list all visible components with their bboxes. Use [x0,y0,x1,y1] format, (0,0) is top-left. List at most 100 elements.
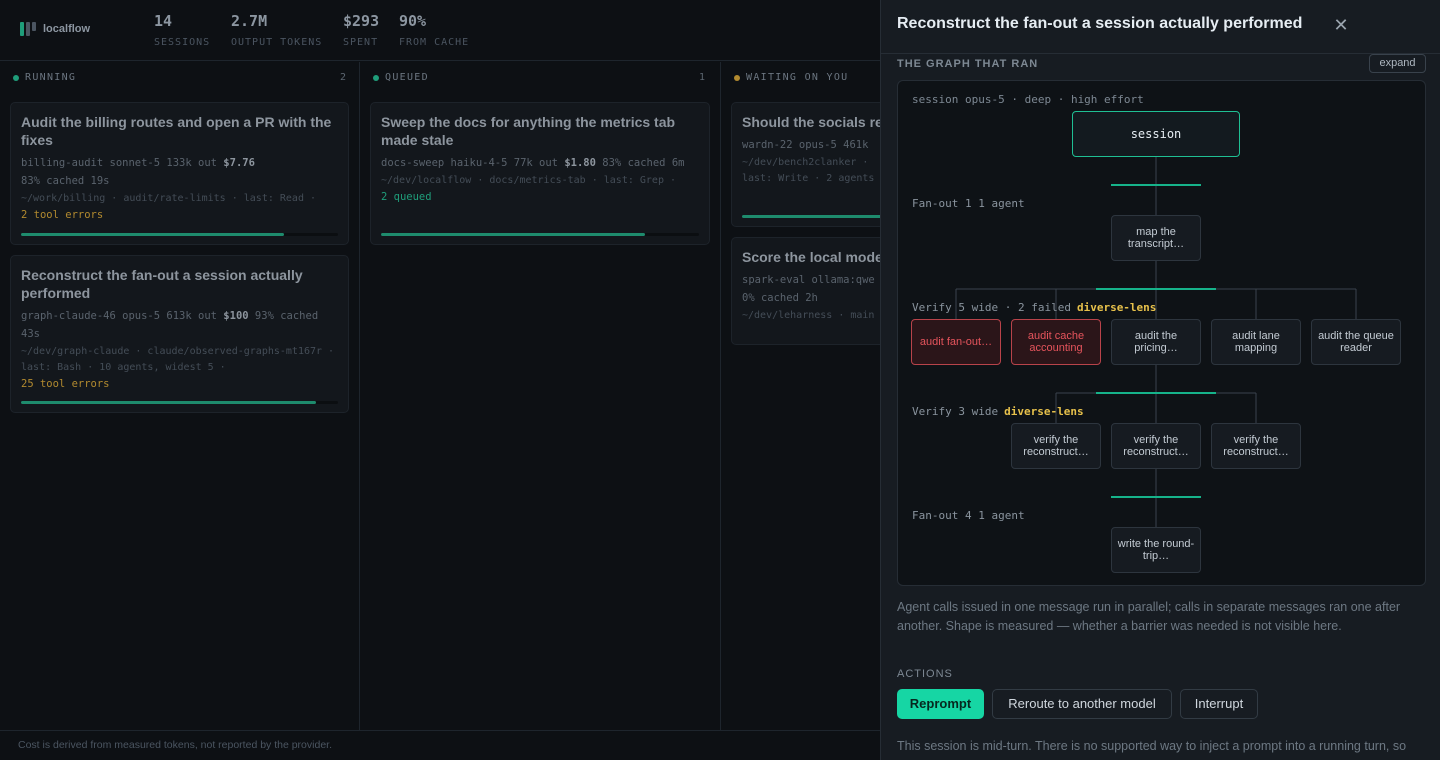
session-card[interactable]: Audit the billing routes and open a PR w… [10,102,349,245]
session-card[interactable]: Should the socials rep docs, or private … [731,102,891,227]
card-meta-model: graph-claude-46 opus-5 613k out [21,310,217,322]
progress-fill [742,215,891,218]
column-waiting: WAITING ON YOU Should the socials rep do… [721,62,891,730]
card-progress [21,401,338,404]
brand[interactable]: localflow [20,22,90,36]
card-cost: $1.80 [564,157,596,169]
card-progress [21,233,338,236]
column-count: 1 [699,72,706,83]
stage-title: Fan-out 4 1 agent [912,509,1025,522]
stat-label: SPENT [343,37,379,48]
card-title: Score the local model [742,249,887,265]
stage-title: Verify 5 wide · 2 failed [912,301,1071,314]
card-title: Should the socials rep docs, or private … [742,114,891,130]
card-title: Sweep the docs for anything the metrics … [381,114,676,148]
close-icon[interactable]: ✕ [1333,16,1349,34]
stat-value: 2.7M [231,12,268,30]
graph-node[interactable]: audit the queue reader [1311,319,1401,365]
stage-label: Fan-out 4 1 agent [912,509,1025,522]
card-path: ~/dev/localflow · docs/metrics-tab · las… [381,175,677,186]
card-alert: 25 tool errors [21,378,110,390]
lens-badge: diverse-lens [1076,301,1157,314]
graph-node[interactable]: verify the reconstruct… [1211,423,1301,469]
stat-spent: $293 SPENT [343,12,379,48]
stat-from-cache: 90% FROM CACHE [399,12,469,48]
actions-label: ACTIONS [897,668,953,680]
expand-button[interactable]: expand [1369,54,1426,73]
stage-label: Fan-out 1 1 agent [912,197,1025,210]
progress-fill [21,401,316,404]
card-meta-model: docs-sweep haiku-4-5 77k out [381,157,559,169]
brand-name: localflow [43,23,91,35]
card-meta: billing-audit sonnet-5 133k out $7.76 83%… [21,154,338,190]
status-dot-icon [373,74,379,81]
card-meta-model: billing-audit sonnet-5 133k out [21,157,217,169]
stat-label: FROM CACHE [399,37,470,48]
session-card[interactable]: Reconstruct the fan-out a session actual… [10,255,349,413]
graph-node[interactable]: write the round-trip… [1111,527,1201,573]
status-dot-icon [734,74,740,81]
column-running: RUNNING 2 Audit the billing routes and o… [0,62,360,730]
stat-value: 14 [154,12,173,30]
drawer-title: Reconstruct the fan-out a session actual… [897,15,1303,32]
card-meta-cache: 83% cached 6m [602,157,685,169]
graph-node[interactable]: verify the reconstruct… [1011,423,1101,469]
session-card[interactable]: Score the local model spark-eval ollama:… [731,237,891,345]
card-path: ~/dev/bench2clanker · last: Write · 2 ag… [742,157,875,184]
logo-icon [20,22,36,36]
reroute-button[interactable]: Reroute to another model [992,689,1172,719]
card-alert: 2 tool errors [21,209,104,221]
divider [881,53,1440,54]
mid-turn-note: This session is mid-turn. There is no su… [897,739,1407,753]
interrupt-button[interactable]: Interrupt [1180,689,1258,719]
stage-title: Verify 3 wide [912,405,999,418]
card-path: ~/dev/leharness · main [742,310,875,321]
session-card[interactable]: Sweep the docs for anything the metrics … [370,102,710,245]
stat-label: OUTPUT TOKENS [231,37,323,48]
status-dot-icon [13,74,19,81]
column-count: 2 [340,72,347,83]
card-meta-cache: 83% cached 19s [21,175,110,187]
column-header: QUEUED [373,72,429,83]
reprompt-button[interactable]: Reprompt [897,689,984,719]
graph-note: Agent calls issued in one message run in… [897,600,1401,633]
stat-value: $293 [343,12,380,30]
top-bar: localflow 14 SESSIONS 2.7M OUTPUT TOKENS… [0,0,880,61]
agent-graph: session opus-5 · deep · high effort sess… [897,80,1426,586]
card-meta-model: wardn-22 opus-5 461k [742,139,869,151]
stat-label: SESSIONS [154,37,211,48]
stage-label: Verify 5 wide · 2 failed diverse-lens [912,301,1156,314]
card-title: Audit the billing routes and open a PR w… [21,114,332,148]
column-header: WAITING ON YOU [734,72,849,83]
stage-label: Verify 3 wide diverse-lens [912,405,1084,418]
footer-note: Cost is derived from measured tokens, no… [0,730,880,760]
card-meta-cache: 0% cached 2h [742,292,818,304]
graph-node-failed[interactable]: audit fan-out… [911,319,1001,365]
progress-fill [381,233,645,236]
card-cost: $7.76 [223,157,255,169]
column-title: QUEUED [385,72,429,83]
graph-node-failed[interactable]: audit cache accounting [1011,319,1101,365]
graph-node[interactable]: map the transcript… [1111,215,1201,261]
graph-node-root[interactable]: session [1072,111,1240,157]
graph-node[interactable]: audit the pricing… [1111,319,1201,365]
column-title: WAITING ON YOU [746,72,849,83]
lens-badge: diverse-lens [1004,405,1084,418]
column-title: RUNNING [25,72,77,83]
stat-output-tokens: 2.7M OUTPUT TOKENS [231,12,322,48]
card-meta-model: spark-eval ollama:qwe [742,274,875,286]
card-path: ~/work/billing · audit/rate-limits · las… [21,193,317,204]
card-progress [742,215,891,218]
stat-sessions: 14 SESSIONS [154,12,210,48]
graph-section-label: THE GRAPH THAT RAN [897,58,1039,70]
session-drawer: Reconstruct the fan-out a session actual… [880,0,1440,760]
graph-node[interactable]: verify the reconstruct… [1111,423,1201,469]
column-header: RUNNING [13,72,76,83]
card-progress [381,233,699,236]
card-meta: graph-claude-46 opus-5 613k out $100 93%… [21,307,338,343]
card-meta: docs-sweep haiku-4-5 77k out $1.80 83% c… [381,154,699,172]
graph-node[interactable]: audit lane mapping [1211,319,1301,365]
card-cost: $100 [223,310,249,322]
stage-title: Fan-out 1 1 agent [912,197,1025,210]
progress-fill [21,233,285,236]
